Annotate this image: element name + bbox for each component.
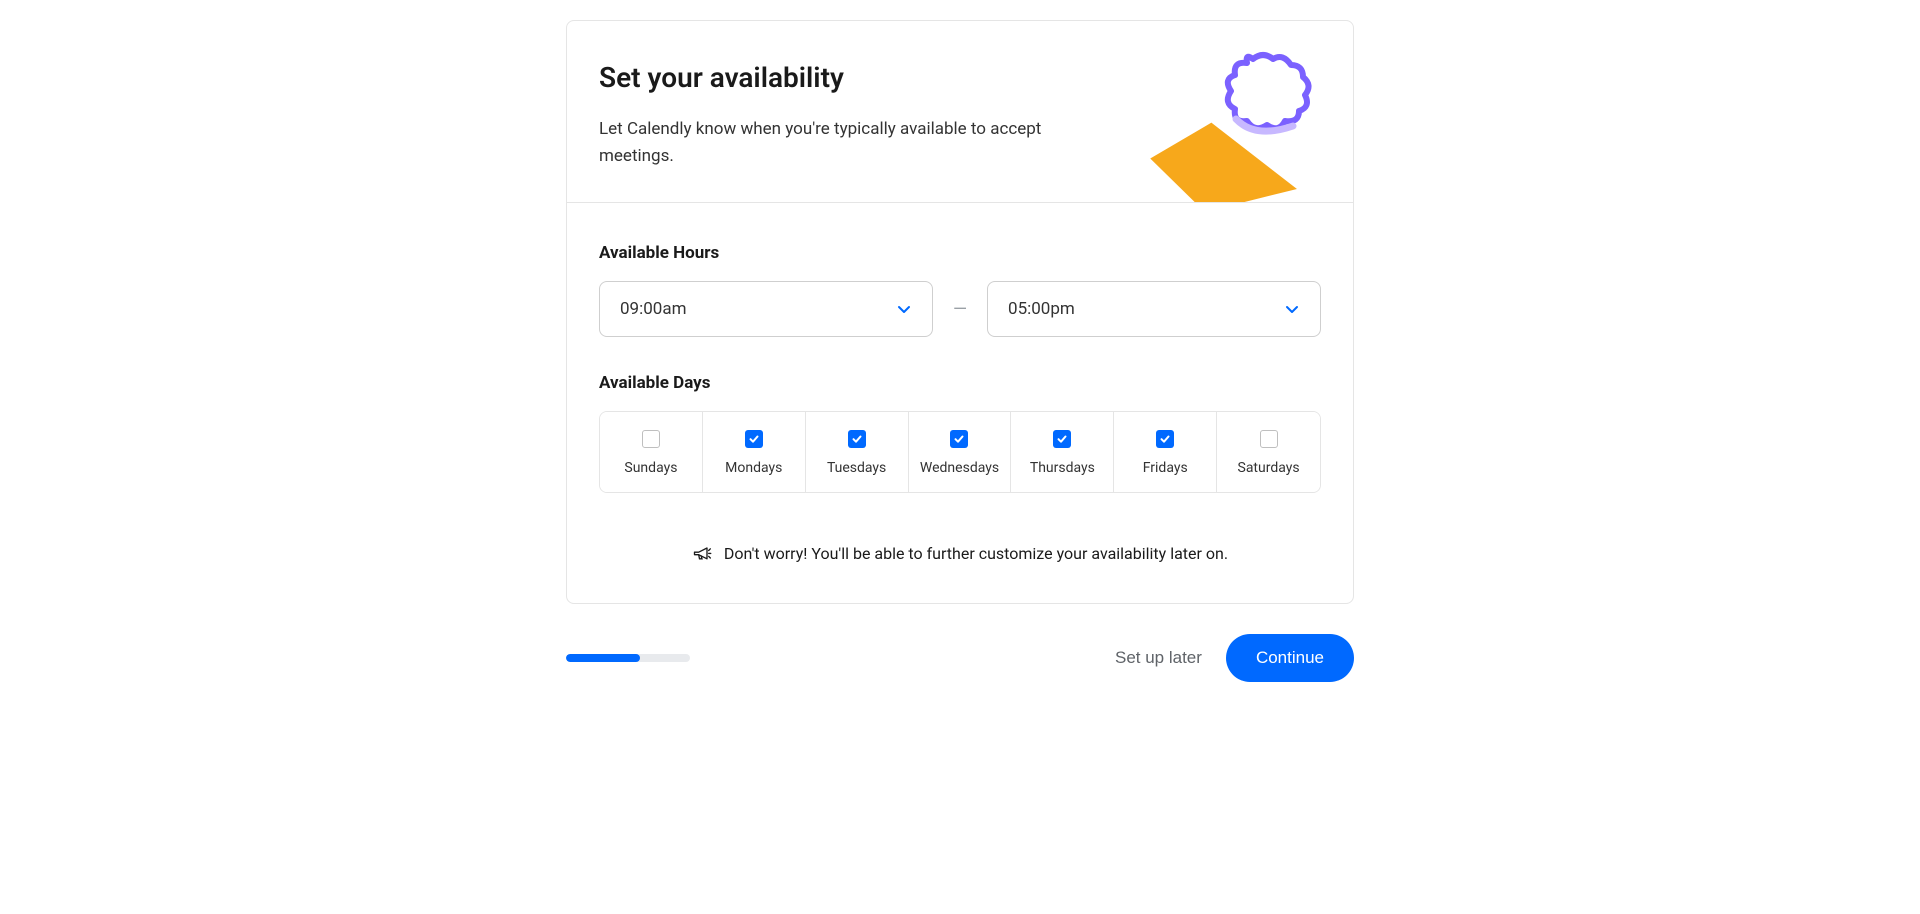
checkbox-checked-icon: [1053, 430, 1071, 448]
availability-illustration: [1133, 31, 1333, 203]
day-label: Tuesdays: [827, 460, 886, 476]
card-header: Set your availability Let Calendly know …: [567, 21, 1353, 203]
day-label: Saturdays: [1238, 460, 1300, 476]
day-label: Fridays: [1143, 460, 1188, 476]
info-text: Don't worry! You'll be able to further c…: [724, 544, 1228, 563]
megaphone-icon: [692, 543, 712, 563]
checkbox-unchecked-icon: [642, 430, 660, 448]
chevron-down-icon: [1284, 301, 1300, 317]
day-label: Wednesdays: [920, 460, 999, 476]
set-up-later-button[interactable]: Set up later: [1115, 648, 1202, 668]
day-label: Sundays: [624, 460, 677, 476]
footer-row: Set up later Continue: [566, 634, 1354, 682]
day-label: Thursdays: [1030, 460, 1095, 476]
day-toggle[interactable]: Mondays: [703, 412, 806, 492]
day-toggle[interactable]: Sundays: [600, 412, 703, 492]
day-toggle[interactable]: Fridays: [1114, 412, 1217, 492]
progress-fill: [566, 654, 640, 662]
card-body: Available Hours 09:00am — 05:00pm Availa…: [567, 203, 1353, 603]
chevron-down-icon: [896, 301, 912, 317]
available-hours-label: Available Hours: [599, 243, 1321, 263]
page-subtitle: Let Calendly know when you're typically …: [599, 116, 1059, 170]
day-toggle[interactable]: Saturdays: [1217, 412, 1320, 492]
available-hours-row: 09:00am — 05:00pm: [599, 281, 1321, 337]
start-time-select[interactable]: 09:00am: [599, 281, 933, 337]
day-toggle[interactable]: Thursdays: [1011, 412, 1114, 492]
checkbox-checked-icon: [848, 430, 866, 448]
time-range-separator: —: [953, 299, 967, 320]
checkbox-checked-icon: [950, 430, 968, 448]
day-label: Mondays: [725, 460, 782, 476]
availability-card: Set your availability Let Calendly know …: [566, 20, 1354, 604]
progress-bar: [566, 654, 690, 662]
info-row: Don't worry! You'll be able to further c…: [599, 543, 1321, 563]
day-toggle[interactable]: Wednesdays: [909, 412, 1012, 492]
page-title: Set your availability: [599, 61, 1321, 94]
available-days-label: Available Days: [599, 373, 1321, 393]
end-time-value: 05:00pm: [1008, 299, 1075, 319]
checkbox-checked-icon: [745, 430, 763, 448]
footer-actions: Set up later Continue: [1115, 634, 1354, 682]
day-toggle[interactable]: Tuesdays: [806, 412, 909, 492]
checkbox-checked-icon: [1156, 430, 1174, 448]
checkbox-unchecked-icon: [1260, 430, 1278, 448]
continue-button[interactable]: Continue: [1226, 634, 1354, 682]
start-time-value: 09:00am: [620, 299, 687, 319]
end-time-select[interactable]: 05:00pm: [987, 281, 1321, 337]
available-days-grid: Sundays Mondays Tuesdays Wednesdays Thursday…: [599, 411, 1321, 493]
